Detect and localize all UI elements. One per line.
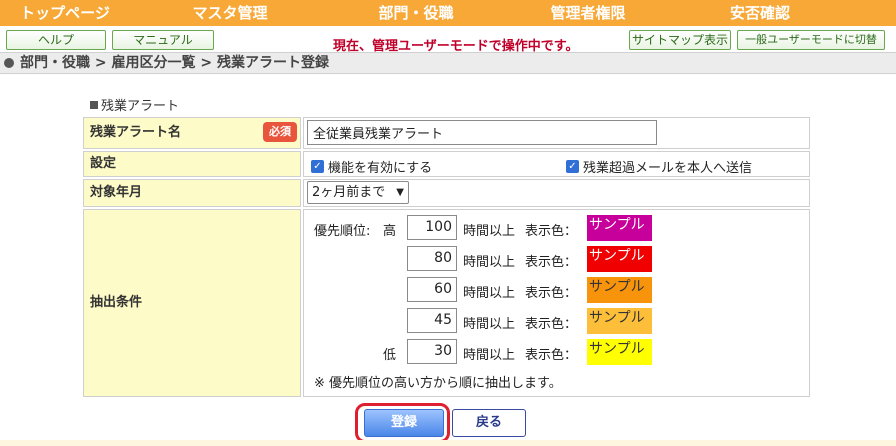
color-label: 表示色： [525, 224, 578, 239]
priority-low-label: 低 [383, 348, 397, 363]
help-button[interactable]: ヘルプ [6, 30, 106, 50]
section-title: 残業アラート [90, 95, 179, 114]
color-sample-4[interactable]: サンプル [587, 308, 652, 334]
hours-suffix: 時間以上 [463, 317, 516, 332]
footer-strip [0, 440, 896, 446]
color-label: 表示色： [525, 348, 578, 363]
section-title-text: 残業アラート [101, 99, 180, 114]
color-label: 表示色： [525, 317, 578, 332]
extraction-note: ※ 優先順位の高い方から順に抽出します。 [314, 376, 562, 391]
square-bullet-icon [90, 101, 98, 109]
priority-label: 優先順位: [314, 224, 371, 239]
target-period-value: 2ヶ月前まで [312, 185, 386, 200]
conditions-label: 抽出条件 [83, 209, 301, 397]
breadcrumb-text: 部門・役職 > 雇用区分一覧 > 残業アラート登録 [20, 55, 329, 71]
nav-department-position[interactable]: 部門・役職 [330, 0, 502, 26]
color-sample-1[interactable]: サンプル [587, 215, 652, 241]
settings-label: 設定 [83, 151, 301, 177]
color-sample-2[interactable]: サンプル [587, 246, 652, 272]
alert-name-input[interactable] [307, 120, 657, 145]
hours-suffix: 時間以上 [463, 348, 516, 363]
target-period-select[interactable]: 2ヶ月前まで ▼ [307, 181, 409, 204]
hours-suffix: 時間以上 [463, 286, 516, 301]
checkbox-checked-icon: ✓ [311, 160, 324, 173]
enable-checkbox[interactable]: ✓ 機能を有効にする [311, 157, 432, 176]
nav-admin-permission[interactable]: 管理者権限 [502, 0, 674, 26]
top-navigation: トップページ マスタ管理 部門・役職 管理者権限 安否確認 [0, 0, 896, 26]
checkbox-checked-icon: ✓ [566, 160, 579, 173]
color-label: 表示色： [525, 286, 578, 301]
required-badge: 必須 [263, 122, 297, 142]
color-sample-5[interactable]: サンプル [587, 339, 652, 365]
threshold-input-4[interactable]: 45 [407, 308, 457, 333]
threshold-input-5[interactable]: 30 [407, 339, 457, 364]
sitemap-button[interactable]: サイトマップ表示 [629, 30, 731, 50]
chevron-down-icon: ▼ [396, 187, 404, 198]
hours-suffix: 時間以上 [463, 255, 516, 270]
hours-suffix: 時間以上 [463, 224, 516, 239]
send-mail-checkbox[interactable]: ✓ 残業超過メールを本人へ送信 [566, 157, 752, 176]
manual-button[interactable]: マニュアル [112, 30, 214, 50]
threshold-input-3[interactable]: 60 [407, 277, 457, 302]
bullet-icon [4, 58, 14, 68]
threshold-input-2[interactable]: 80 [407, 246, 457, 271]
threshold-input-1[interactable]: 100 [407, 215, 457, 240]
back-button[interactable]: 戻る [452, 409, 526, 437]
priority-high-label: 高 [383, 224, 397, 239]
register-button[interactable]: 登録 [364, 409, 444, 437]
nav-master-management[interactable]: マスタ管理 [130, 0, 330, 26]
switch-user-mode-button[interactable]: 一般ユーザーモードに切替 [737, 30, 885, 50]
color-sample-3[interactable]: サンプル [587, 277, 652, 303]
enable-checkbox-label: 機能を有効にする [328, 161, 433, 176]
nav-safety-confirmation[interactable]: 安否確認 [674, 0, 846, 26]
breadcrumb: 部門・役職 > 雇用区分一覧 > 残業アラート登録 [0, 52, 896, 74]
nav-top-page[interactable]: トップページ [0, 0, 130, 26]
toolbar: ヘルプ マニュアル 現在、管理ユーザーモードで操作中です。 サイトマップ表示 一… [0, 28, 896, 54]
target-period-label: 対象年月 [83, 179, 301, 207]
send-mail-checkbox-label: 残業超過メールを本人へ送信 [583, 161, 753, 176]
color-label: 表示色： [525, 255, 578, 270]
